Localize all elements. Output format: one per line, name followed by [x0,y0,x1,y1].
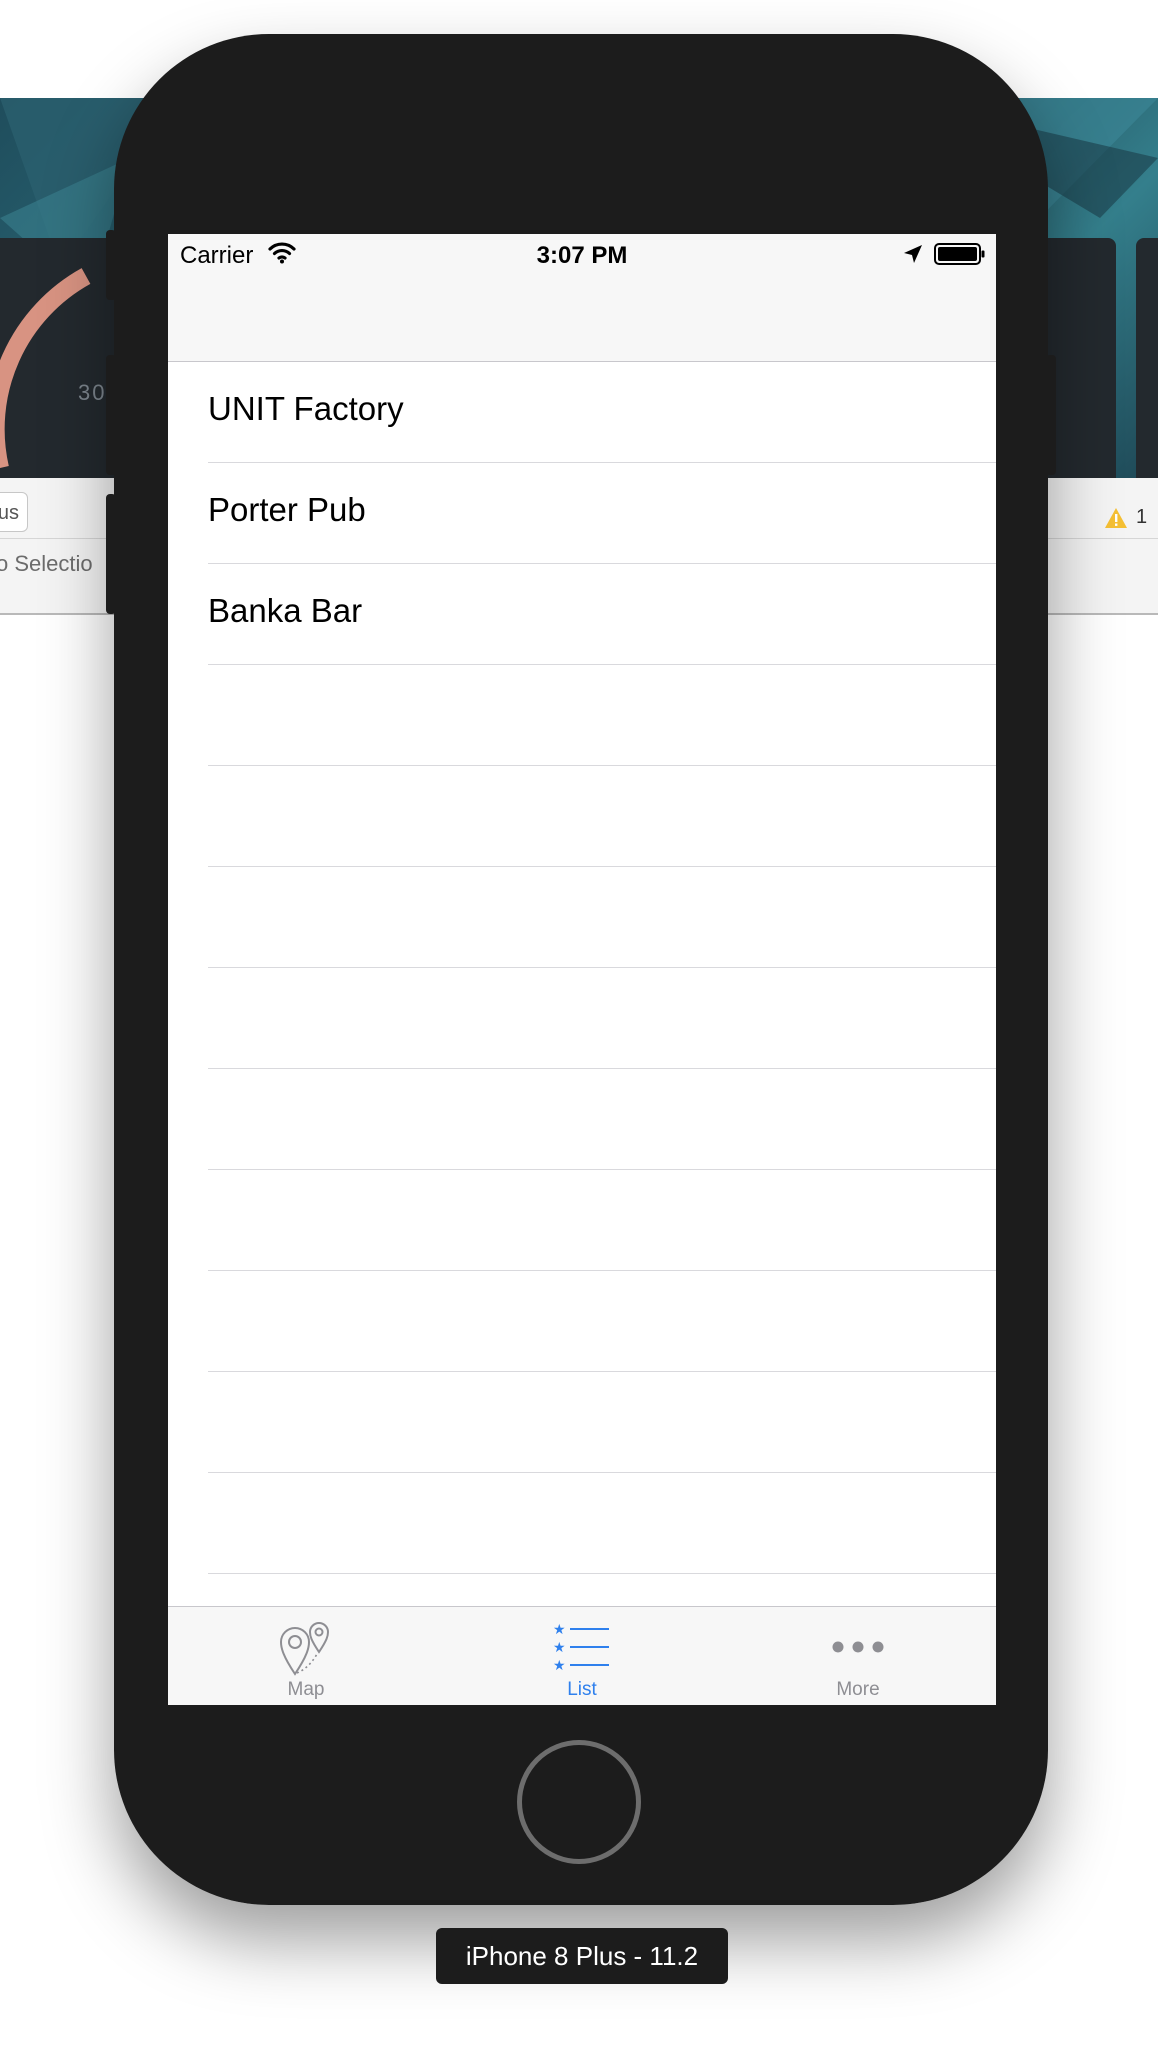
table-row[interactable]: Porter Pub [208,463,996,564]
background-donut-value: 30 [78,380,107,405]
more-dots-icon [832,1641,884,1653]
navigation-bar [168,274,996,362]
row-label: UNIT Factory [208,390,404,427]
empty-table-row [208,1069,996,1170]
background-card-right-edge [1136,238,1158,478]
table-row[interactable]: UNIT Factory [208,362,996,463]
empty-table-row [208,867,996,968]
home-button[interactable] [517,1740,641,1864]
volume-up-button [106,355,116,475]
background-warning-indicator[interactable]: 1 [1104,506,1147,529]
warning-count: 1 [1136,506,1148,528]
location-arrow-icon [904,245,922,263]
places-table: UNIT Factory Porter Pub Banka Bar [168,362,996,1574]
simulator-screen: Carrier 3:07 PM UNIT Factory Porter Pub … [168,234,996,1705]
tab-bar: Map ★ ★ ★ List More [168,1606,996,1705]
volume-down-button [106,494,116,614]
row-label: Banka Bar [208,592,363,629]
starred-list-icon: ★ ★ ★ [553,1622,609,1673]
map-pins-icon [279,1622,330,1676]
empty-table-row [208,766,996,867]
tab-label-list: List [567,1679,597,1700]
tab-map[interactable]: Map [168,1607,444,1705]
power-button [1046,355,1056,475]
mute-switch [106,230,116,300]
svg-text:★: ★ [553,1658,566,1673]
svg-text:★: ★ [553,1622,566,1638]
background-no-selection-label: o Selectio [0,551,93,576]
status-time: 3:07 PM [536,242,628,269]
tab-list[interactable]: ★ ★ ★ List [444,1607,720,1705]
table-row[interactable]: Banka Bar [208,564,996,665]
empty-table-row [208,665,996,766]
empty-table-row [208,1271,996,1372]
empty-table-row [208,968,996,1069]
warning-icon [1105,507,1127,528]
status-bar: Carrier 3:07 PM [168,234,996,274]
tab-label-map: Map [287,1679,325,1700]
simulator-device-label: iPhone 8 Plus - 11.2 [436,1928,728,1984]
empty-table-row [208,1372,996,1473]
empty-table-row [208,1170,996,1271]
tab-label-more: More [836,1679,880,1700]
empty-table-row [208,1473,996,1574]
tab-more[interactable]: More [720,1607,996,1705]
background-scheme-button[interactable]: us [0,492,28,532]
svg-text:★: ★ [553,1640,566,1656]
battery-icon [934,243,985,265]
row-label: Porter Pub [208,491,366,528]
